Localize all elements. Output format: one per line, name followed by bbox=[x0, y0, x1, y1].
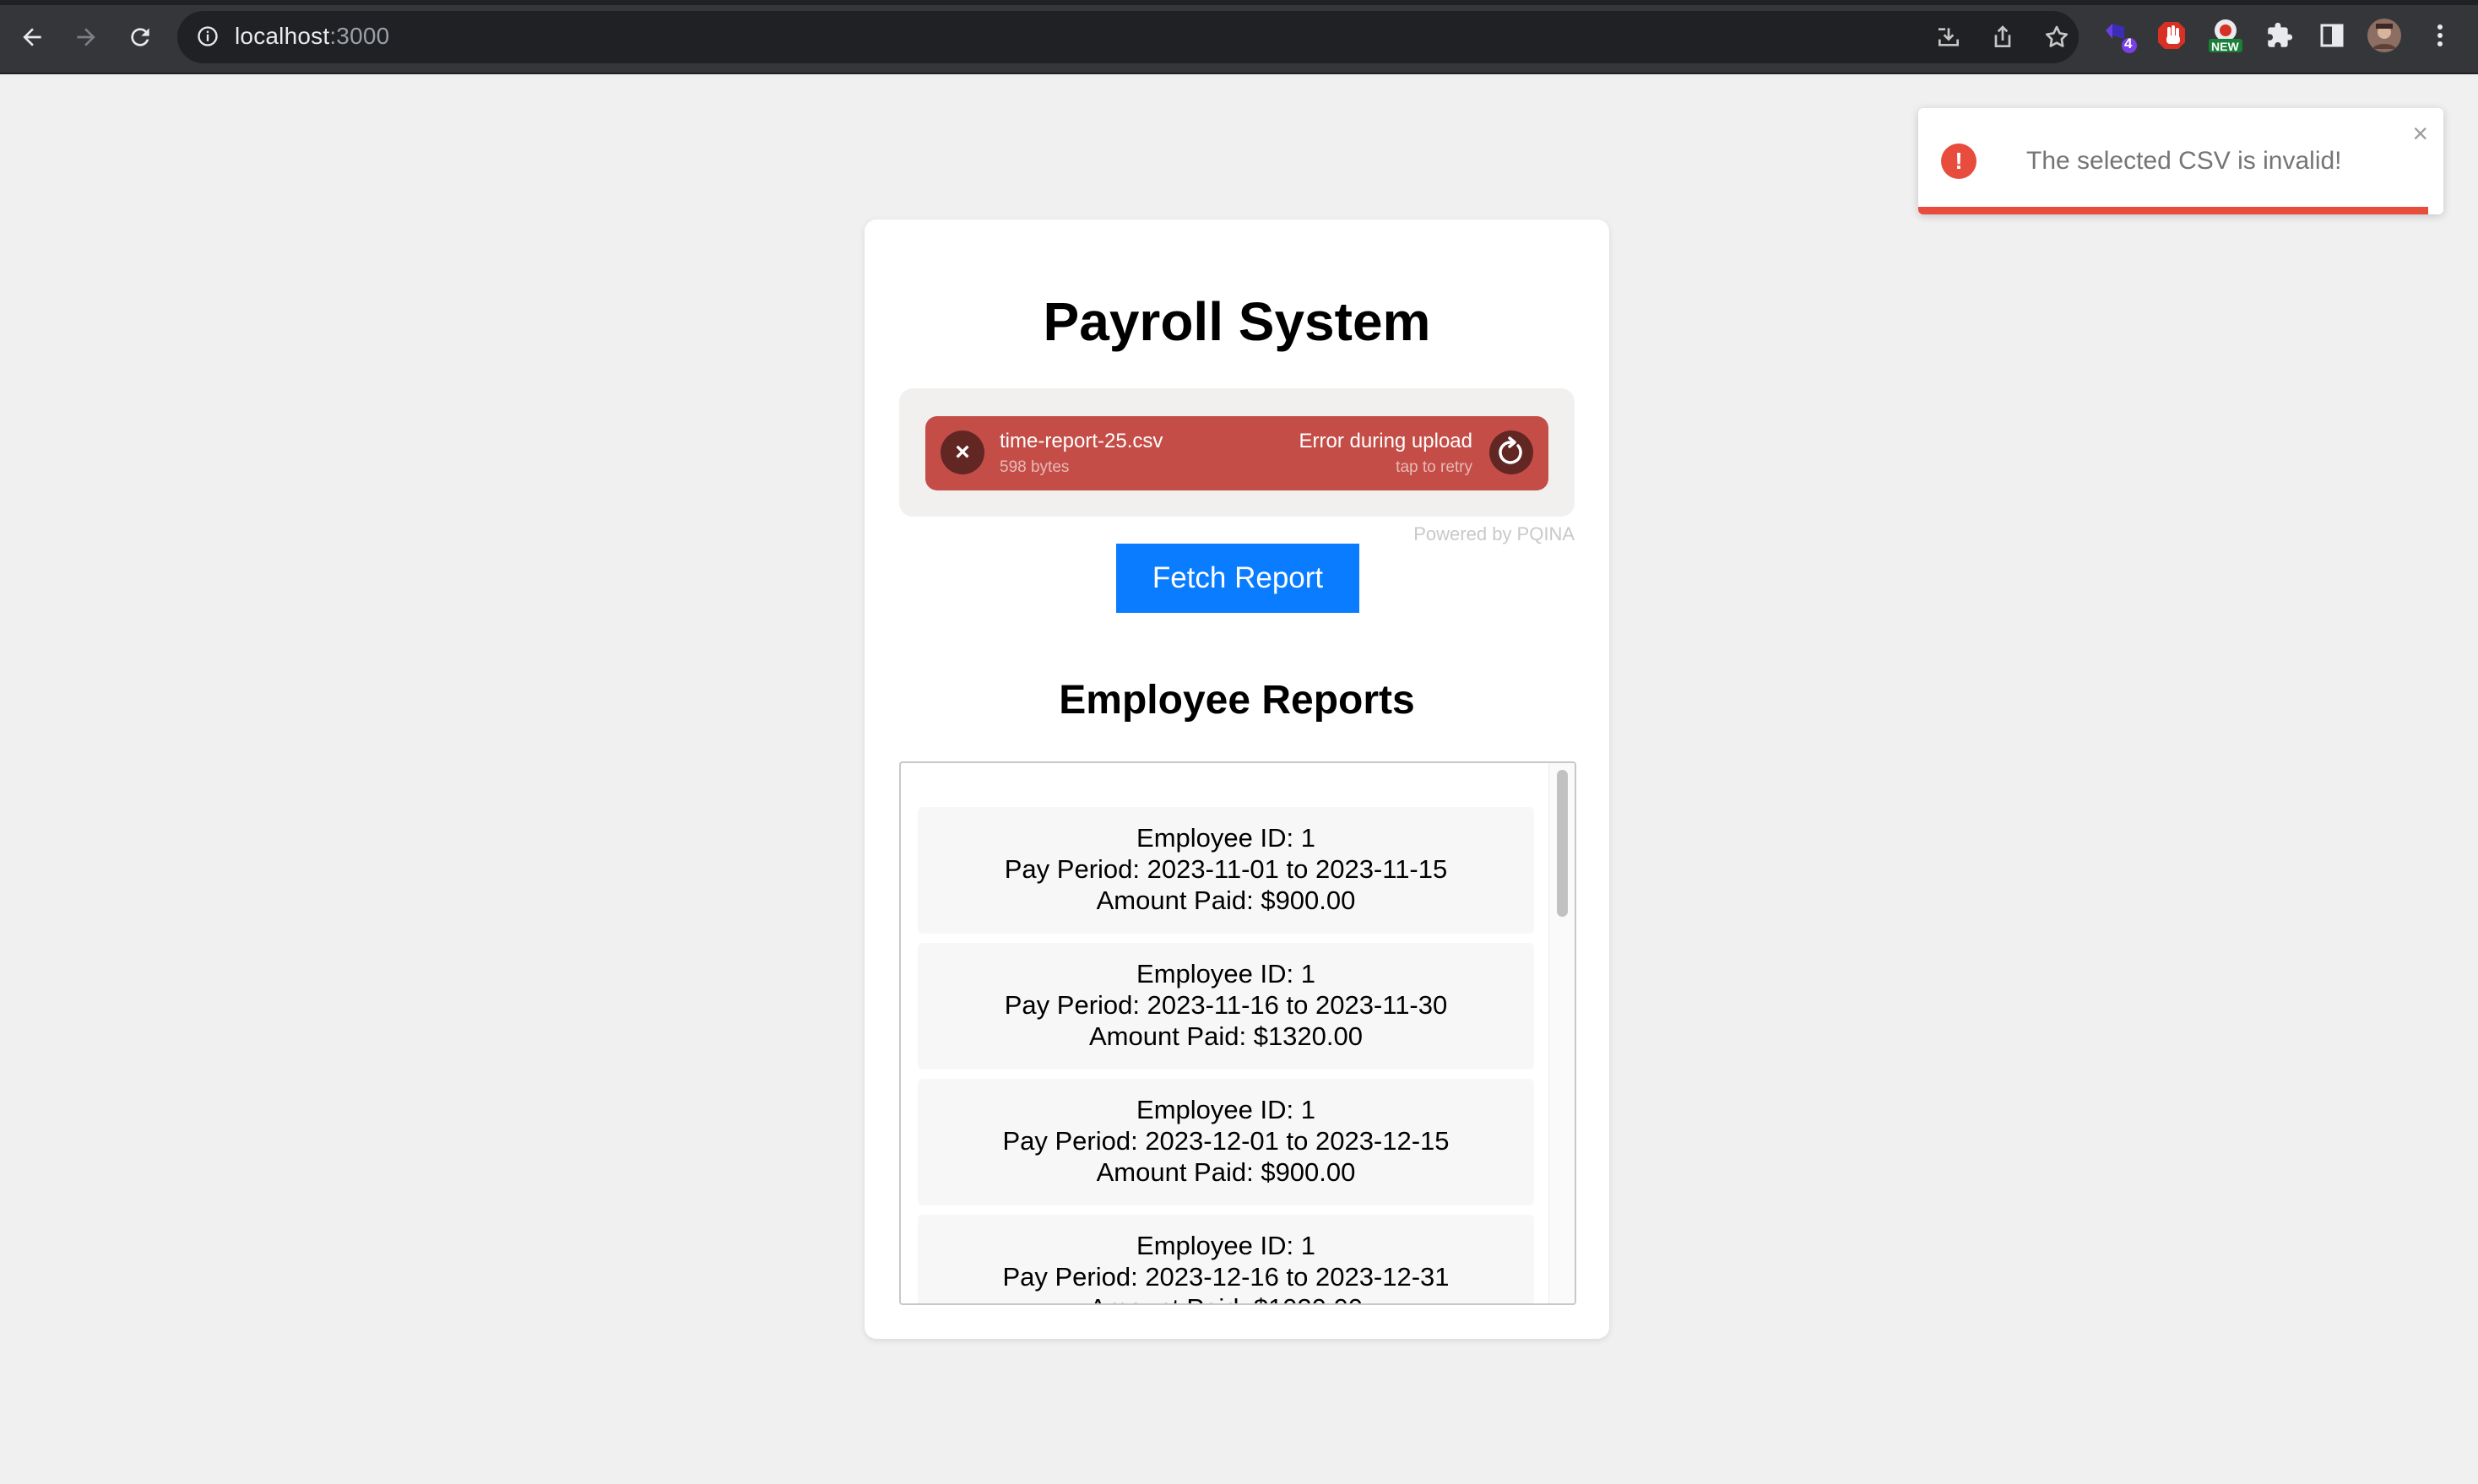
report-employee-id: Employee ID: 1 bbox=[1136, 1231, 1315, 1260]
side-panel-button[interactable] bbox=[2313, 17, 2351, 54]
upload-status: Error during upload bbox=[1299, 430, 1472, 452]
back-button[interactable] bbox=[15, 20, 49, 54]
reports-list-container[interactable]: Employee ID: 1 Pay Period: 2023-11-01 to… bbox=[899, 761, 1576, 1305]
report-employee-id: Employee ID: 1 bbox=[1136, 1095, 1315, 1124]
report-amount-paid: Amount Paid: $900.00 bbox=[1096, 886, 1356, 915]
error-toast[interactable]: ! The selected CSV is invalid! × bbox=[1918, 108, 2443, 214]
share-icon[interactable] bbox=[1989, 24, 2016, 51]
reports-heading: Employee Reports bbox=[1059, 678, 1415, 723]
site-info-icon[interactable] bbox=[196, 24, 220, 48]
powered-by-link[interactable]: Powered by PQINA bbox=[1413, 523, 1575, 545]
extension-cube[interactable]: 4 bbox=[2101, 17, 2138, 54]
extension-new[interactable]: NEW bbox=[2207, 17, 2244, 54]
report-employee-id: Employee ID: 1 bbox=[1136, 823, 1315, 853]
install-app-icon[interactable] bbox=[1935, 24, 1962, 51]
reload-button[interactable] bbox=[123, 20, 157, 54]
back-arrow-icon bbox=[23, 28, 41, 46]
close-icon[interactable]: × bbox=[2412, 120, 2428, 147]
forward-arrow-icon bbox=[77, 28, 95, 46]
tab-strip-edge bbox=[0, 0, 2478, 5]
avatar-icon bbox=[2367, 19, 2401, 52]
reload-icon bbox=[131, 28, 149, 46]
browser-menu-button[interactable] bbox=[2421, 17, 2459, 54]
retry-button[interactable] bbox=[1489, 431, 1533, 474]
report-item: Employee ID: 1 Pay Period: 2023-12-16 to… bbox=[918, 1215, 1534, 1303]
report-pay-period: Pay Period: 2023-11-01 to 2023-11-15 bbox=[1004, 854, 1448, 884]
extension-red-hand[interactable] bbox=[2153, 17, 2190, 54]
url-text[interactable]: localhost:3000 bbox=[235, 23, 389, 50]
report-item: Employee ID: 1 Pay Period: 2023-12-01 to… bbox=[918, 1079, 1534, 1205]
bookmark-star-icon[interactable] bbox=[2043, 24, 2070, 51]
remove-file-icon[interactable]: × bbox=[941, 431, 984, 474]
forward-button[interactable] bbox=[69, 20, 103, 54]
report-amount-paid: Amount Paid: $1020.00 bbox=[918, 1292, 1534, 1303]
report-item: Employee ID: 1 Pay Period: 2023-11-16 to… bbox=[918, 943, 1534, 1070]
kebab-menu-icon bbox=[2437, 24, 2443, 46]
scrollbar-thumb[interactable] bbox=[1557, 770, 1568, 917]
upload-status-hint: tap to retry bbox=[1396, 458, 1472, 476]
extensions-button[interactable] bbox=[2261, 17, 2298, 54]
scrollbar[interactable] bbox=[1548, 763, 1575, 1303]
browser-toolbar: localhost:3000 4 NEW bbox=[0, 0, 2478, 74]
url-port: :3000 bbox=[329, 23, 390, 49]
uploaded-file-item: × time-report-25.csv 598 bytes Error dur… bbox=[925, 416, 1548, 490]
retry-icon bbox=[1499, 436, 1522, 464]
file-size: 598 bytes bbox=[1000, 458, 1070, 476]
new-badge: NEW bbox=[2211, 40, 2239, 53]
puzzle-icon bbox=[2268, 22, 2293, 47]
page-title: Payroll System bbox=[1043, 291, 1431, 352]
extension-count-badge: 4 bbox=[2124, 35, 2133, 51]
file-name: time-report-25.csv bbox=[1000, 430, 1163, 452]
error-alert-icon: ! bbox=[1941, 144, 1976, 179]
reports-list: Employee ID: 1 Pay Period: 2023-11-01 to… bbox=[918, 807, 1534, 1303]
toast-message: The selected CSV is invalid! bbox=[2026, 147, 2342, 175]
toast-progress-bar bbox=[1918, 207, 2428, 214]
payroll-card: Payroll System × time-report-25.csv 598 … bbox=[865, 219, 1609, 1339]
address-bar[interactable]: localhost:3000 bbox=[177, 11, 2079, 63]
hand-stop-icon bbox=[2158, 22, 2185, 49]
report-pay-period: Pay Period: 2023-12-16 to 2023-12-31 bbox=[1002, 1262, 1450, 1292]
report-amount-paid: Amount Paid: $900.00 bbox=[1096, 1157, 1356, 1187]
profile-avatar[interactable] bbox=[2366, 17, 2403, 54]
report-employee-id: Employee ID: 1 bbox=[1136, 959, 1315, 988]
file-upload-dropzone[interactable]: × time-report-25.csv 598 bytes Error dur… bbox=[899, 388, 1575, 517]
report-pay-period: Pay Period: 2023-11-16 to 2023-11-30 bbox=[1004, 990, 1448, 1020]
url-host: localhost bbox=[235, 23, 330, 49]
report-pay-period: Pay Period: 2023-12-01 to 2023-12-15 bbox=[1002, 1126, 1450, 1156]
fetch-report-button[interactable]: Fetch Report bbox=[1116, 544, 1359, 613]
report-amount-paid: Amount Paid: $1320.00 bbox=[1088, 1021, 1364, 1051]
side-panel-icon bbox=[2320, 24, 2344, 47]
report-item: Employee ID: 1 Pay Period: 2023-11-01 to… bbox=[918, 807, 1534, 934]
